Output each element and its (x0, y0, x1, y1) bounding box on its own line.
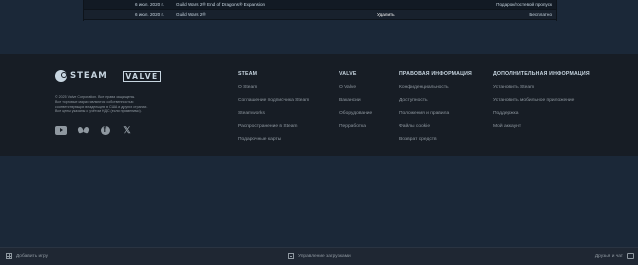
x-link[interactable]: 𝕏 (121, 125, 133, 135)
license-date: 6 июл. 2020 г. (135, 2, 164, 7)
footer-link-terms[interactable]: Положения и правила (399, 111, 472, 124)
footer-link-ssa[interactable]: Соглашение подписчика Steam (238, 98, 309, 111)
facebook-link[interactable] (99, 125, 111, 135)
license-table-area: 6 июл. 2020 г. Guild Wars 2® End of Drag… (0, 0, 638, 54)
copyright-line: Все цены указаны с учётом НДС (если прим… (55, 109, 142, 114)
footer: STEAM VALVE © 2025 Valve Corporation. Вс… (0, 54, 638, 156)
footer-link-jobs[interactable]: Вакансии (339, 98, 372, 111)
footer-link-install-mobile[interactable]: Установить мобильное приложение (493, 98, 590, 111)
friends-chat-button[interactable]: Друзья и чат (595, 253, 634, 259)
license-date: 6 июл. 2020 г. (135, 12, 164, 17)
column-title: STEAM (238, 71, 258, 77)
youtube-icon (55, 125, 67, 135)
footer-link-accessibility[interactable]: Доступность (399, 98, 472, 111)
valve-logo[interactable]: VALVE (123, 71, 161, 82)
youtube-link[interactable] (55, 125, 67, 135)
license-item: Guild Wars 2® End of Dragons® Expansion (176, 2, 266, 7)
acquisition-method: Подарок/гостевой пропуск (496, 2, 552, 7)
footer-link-install-steam[interactable]: Установить Steam (493, 85, 590, 98)
downloads-icon (288, 253, 294, 259)
footer-link-account[interactable]: Мой аккаунт (493, 124, 590, 137)
acquisition-method: Бесплатно (529, 12, 552, 17)
remove-link[interactable]: Удалить (377, 12, 395, 17)
footer-link-hardware[interactable]: Оборудование (339, 111, 372, 124)
footer-link-refunds[interactable]: Возврат средств (399, 137, 472, 150)
column-title: ДОПОЛНИТЕЛЬНАЯ ИНФОРМАЦИЯ (493, 71, 590, 77)
steam-icon (55, 70, 67, 82)
footer-link-gift-cards[interactable]: Подарочные карты (238, 137, 309, 150)
footer-link-privacy[interactable]: Конфиденциальность (399, 85, 472, 98)
footer-link-about-valve[interactable]: О Valve (339, 85, 372, 98)
manage-downloads-label: Управление загрузками (298, 253, 351, 259)
table-row: 6 июл. 2020 г. Guild Wars 2® Удалить Бес… (83, 10, 556, 20)
footer-link-about-steam[interactable]: О Steam (238, 85, 309, 98)
license-table: 6 июл. 2020 г. Guild Wars 2® End of Drag… (83, 0, 556, 20)
copyright-text: © 2025 Valve Corporation. Все права защи… (55, 95, 180, 114)
add-game-button[interactable]: Добавить игру (6, 253, 48, 259)
table-border (556, 0, 557, 21)
steam-wordmark: STEAM (70, 71, 108, 81)
manage-downloads-button[interactable]: Управление загрузками (288, 253, 351, 259)
add-game-label: Добавить игру (16, 253, 48, 259)
footer-link-recycling[interactable]: Перработка (339, 124, 372, 137)
footer-link-cookies[interactable]: Файлы cookie (399, 124, 472, 137)
footer-link-steamworks[interactable]: Steamworks (238, 111, 309, 124)
footer-column-steam: STEAM О Steam Соглашение подписчика Stea… (238, 71, 309, 150)
footer-column-valve: VALVE О Valve Вакансии Оборудование Перр… (339, 71, 372, 137)
license-item: Guild Wars 2® (176, 12, 206, 17)
x-icon: 𝕏 (123, 124, 131, 135)
bluesky-link[interactable] (77, 125, 89, 135)
footer-column-extra: ДОПОЛНИТЕЛЬНАЯ ИНФОРМАЦИЯ Установить Ste… (493, 71, 590, 137)
friends-chat-label: Друзья и чат (594, 253, 623, 259)
footer-link-support[interactable]: Поддержка (493, 111, 590, 124)
steam-logo[interactable]: STEAM (55, 70, 108, 82)
column-title: VALVE (339, 71, 357, 77)
footer-column-legal: ПРАВОВАЯ ИНФОРМАЦИЯ Конфиденциальность Д… (399, 71, 472, 150)
column-title: ПРАВОВАЯ ИНФОРМАЦИЯ (399, 71, 472, 77)
table-border (83, 0, 84, 21)
plus-icon (6, 253, 12, 259)
chat-icon (627, 253, 634, 259)
social-links: 𝕏 (55, 125, 133, 135)
bluesky-icon (78, 126, 89, 135)
client-bottom-bar: Добавить игру Управление загрузками Друз… (0, 247, 638, 265)
footer-link-distribution[interactable]: Распространение в Steam (238, 124, 309, 137)
table-row: 6 июл. 2020 г. Guild Wars 2® End of Drag… (83, 0, 556, 10)
facebook-icon (100, 125, 110, 135)
